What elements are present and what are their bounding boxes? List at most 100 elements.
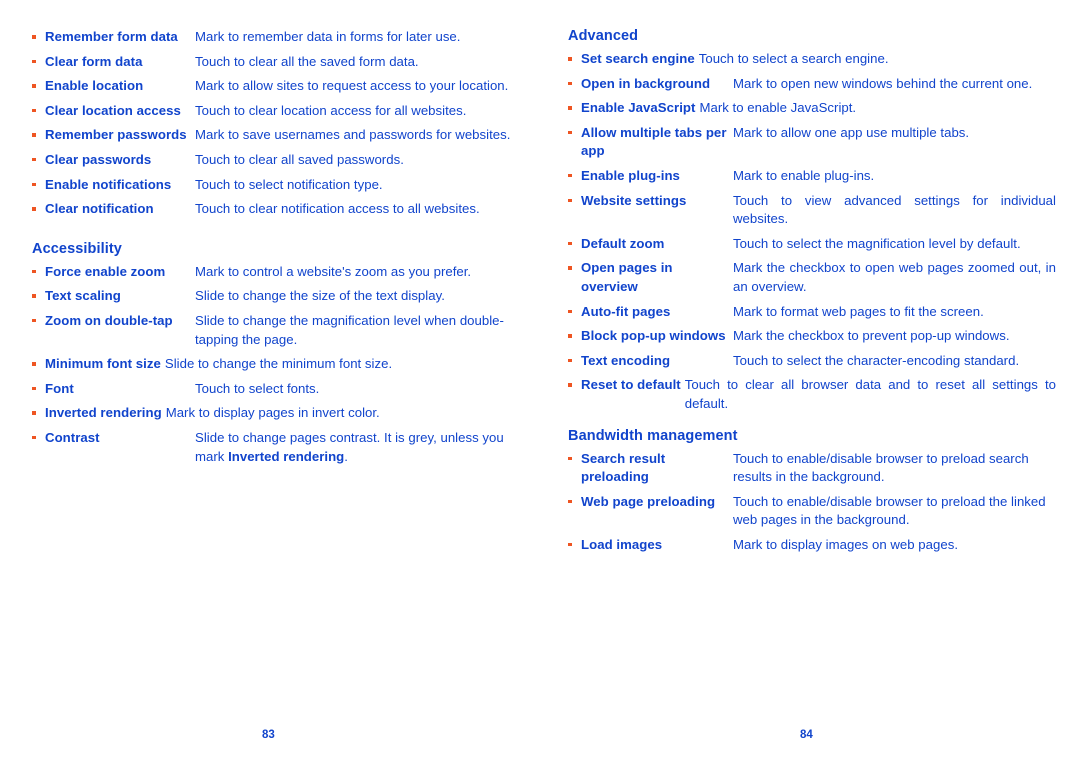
bullet-icon: [568, 352, 581, 363]
bullet-icon: [32, 404, 45, 415]
list-item: Remember passwords Mark to save username…: [32, 126, 512, 145]
bullet-icon: [568, 450, 581, 460]
list-item: Clear passwords Touch to clear all saved…: [32, 151, 512, 170]
setting-description: Mark the checkbox to prevent pop-up wind…: [733, 328, 1010, 344]
setting-description: Slide to change the minimum font size.: [164, 356, 393, 372]
setting-description: Mark to display images on web pages.: [733, 536, 959, 552]
setting-description: Mark to display pages in invert color.: [165, 405, 380, 421]
page-number-right: 84: [800, 729, 813, 741]
setting-term: Set search engine: [581, 51, 695, 66]
bullet-icon: [568, 303, 581, 314]
setting-term: Minimum font size: [45, 356, 161, 372]
bullet-icon: [32, 200, 45, 211]
list-item: Enable location Mark to allow sites to r…: [32, 77, 512, 96]
setting-term: Remember passwords: [45, 127, 187, 143]
setting-description: Touch to select fonts.: [195, 380, 320, 396]
bullet-icon: [568, 99, 581, 110]
list-item: Website settings Touch to view advanced …: [568, 192, 1056, 229]
list-item: Text scaling Slide to change the size of…: [32, 287, 512, 306]
setting-description: Touch to clear location access for all w…: [195, 102, 467, 118]
list-item: Set search engine Touch to select a sear…: [568, 50, 1056, 69]
setting-term: Allow multiple tabs per app: [581, 124, 727, 159]
bullet-icon: [32, 151, 45, 162]
list-item: Force enable zoom Mark to control a webs…: [32, 263, 512, 282]
right-page-column: Advanced Set search engine Touch to sele…: [540, 0, 1080, 767]
setting-description: Mark to save usernames and passwords for…: [195, 127, 511, 143]
list-item: Enable plug-ins Mark to enable plug-ins.: [568, 167, 1056, 186]
setting-term: Force enable zoom: [45, 263, 166, 279]
setting-term: Web page preloading: [581, 493, 716, 509]
advanced-rows: Set search engine Touch to select a sear…: [568, 50, 1056, 414]
setting-term: Enable JavaScript: [581, 100, 696, 116]
list-item: Clear location access Touch to clear loc…: [32, 102, 512, 121]
list-item: Allow multiple tabs per app Mark to allo…: [568, 124, 1056, 161]
setting-description: Touch to clear notification access to al…: [195, 201, 480, 217]
setting-description: Touch to clear all the saved form data.: [195, 53, 419, 69]
setting-term: Clear notification: [45, 201, 154, 217]
setting-description: Mark to allow sites to request access to…: [195, 78, 509, 94]
bullet-icon: [568, 167, 581, 178]
setting-term: Text encoding: [581, 352, 671, 368]
setting-description: Slide to change the size of the text dis…: [195, 288, 445, 304]
list-item: Web page preloading Touch to enable/disa…: [568, 493, 1056, 530]
setting-description: Slide to change pages contrast. It is gr…: [195, 429, 512, 466]
bullet-icon: [32, 429, 45, 440]
setting-description: Mark to format web pages to fit the scre…: [733, 303, 984, 319]
setting-term: Auto-fit pages: [581, 303, 671, 319]
list-item: Load images Mark to display images on we…: [568, 536, 1056, 555]
accessibility-rows: Force enable zoom Mark to control a webs…: [32, 263, 512, 466]
setting-description: Mark to control a website's zoom as you …: [195, 263, 472, 279]
setting-term: Search result preloading: [581, 450, 666, 485]
bullet-icon: [32, 126, 45, 137]
bullet-icon: [568, 235, 581, 246]
list-item: Text encoding Touch to select the charac…: [568, 352, 1056, 371]
list-item: Enable JavaScript Mark to enable JavaScr…: [568, 99, 1056, 118]
description-emphasis: Inverted rendering: [228, 448, 345, 464]
bullet-icon: [32, 312, 45, 323]
setting-description: Mark to remember data in forms for later…: [195, 29, 461, 44]
bullet-icon: [32, 102, 45, 113]
list-item: Block pop-up windows Mark the checkbox t…: [568, 327, 1056, 346]
setting-description: Touch to enable/disable browser to prelo…: [733, 450, 1029, 485]
list-item: Open pages in overview Mark the checkbox…: [568, 259, 1056, 296]
list-item: Clear notification Touch to clear notifi…: [32, 200, 512, 219]
setting-description: Mark to allow one app use multiple tabs.: [733, 124, 970, 140]
setting-description: Mark to open new windows behind the curr…: [733, 75, 1033, 91]
setting-description: Touch to view advanced settings for indi…: [733, 192, 1056, 227]
page-number-left: 83: [262, 729, 275, 741]
setting-term: Remember form data: [45, 29, 178, 44]
bullet-icon: [568, 124, 581, 135]
setting-term: Load images: [581, 536, 663, 552]
list-item: Clear form data Touch to clear all the s…: [32, 53, 512, 72]
setting-term: Clear passwords: [45, 151, 152, 167]
bullet-icon: [32, 263, 45, 274]
description-suffix: .: [344, 448, 348, 464]
bullet-icon: [568, 536, 581, 547]
bullet-icon: [568, 192, 581, 203]
setting-term: Default zoom: [581, 235, 665, 251]
setting-term: Enable plug-ins: [581, 167, 680, 183]
bullet-icon: [568, 327, 581, 338]
bullet-icon: [32, 176, 45, 187]
list-item: Contrast Slide to change pages contrast.…: [32, 429, 512, 466]
setting-description: Mark the checkbox to open web pages zoom…: [733, 260, 1056, 294]
list-item: Inverted rendering Mark to display pages…: [32, 404, 512, 423]
setting-term: Reset to default: [581, 377, 681, 393]
bullet-icon: [32, 380, 45, 391]
setting-term: Enable notifications: [45, 176, 172, 192]
setting-term: Inverted rendering: [45, 405, 162, 421]
bullet-icon: [32, 53, 45, 64]
browser-settings-rows-top: Remember form data Mark to remember data…: [32, 28, 512, 219]
setting-term: Website settings: [581, 192, 687, 208]
section-heading-bandwidth-management: Bandwidth management: [568, 427, 738, 444]
setting-description: Slide to change the magnification level …: [195, 312, 504, 347]
list-item: Reset to default Touch to clear all brow…: [568, 376, 1056, 413]
list-item: Default zoom Touch to select the magnifi…: [568, 235, 1056, 254]
bullet-icon: [568, 50, 581, 61]
list-item: Open in background Mark to open new wind…: [568, 75, 1056, 94]
setting-description: Touch to select notification type.: [195, 176, 383, 192]
setting-description: Touch to select the magnification level …: [733, 235, 1021, 251]
setting-term: Font: [45, 380, 74, 396]
bullet-icon: [568, 259, 581, 270]
bandwidth-rows: Search result preloading Touch to enable…: [568, 450, 1056, 555]
